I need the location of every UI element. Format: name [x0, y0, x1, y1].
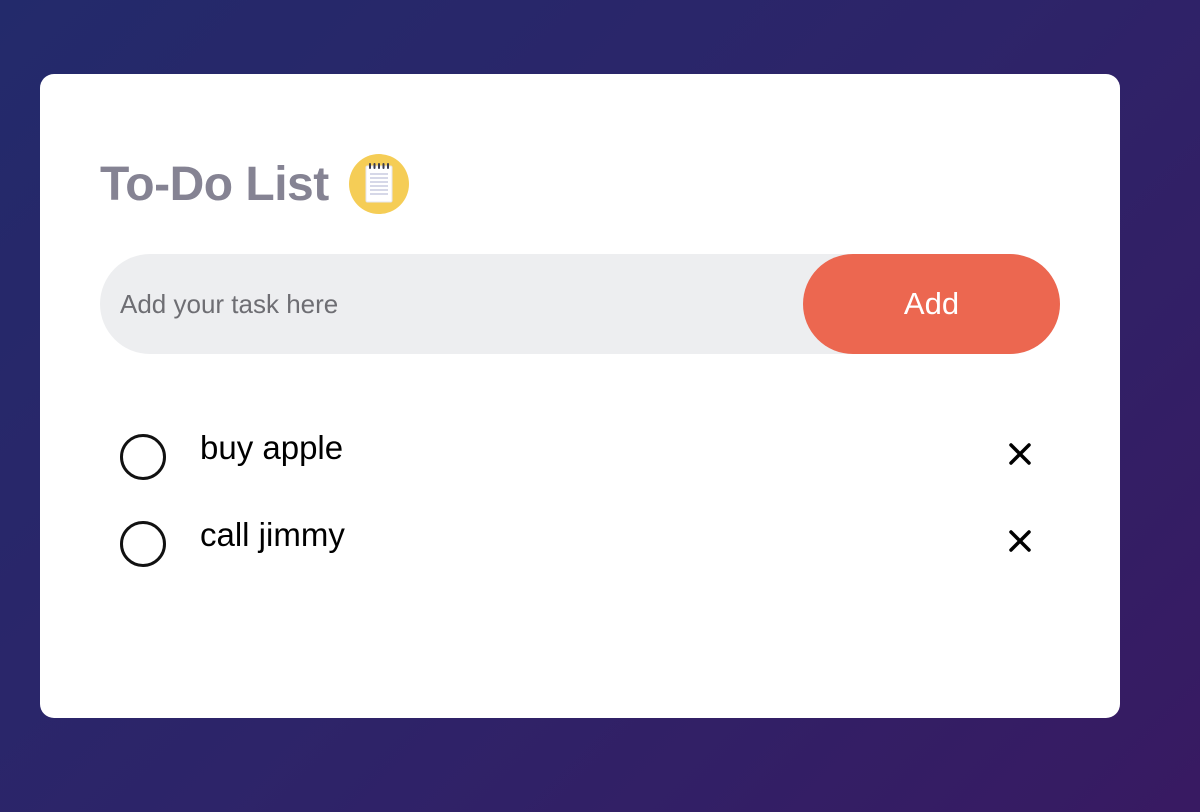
task-checkbox-unchecked-icon[interactable]: [120, 521, 166, 567]
task-text: call jimmy: [200, 516, 345, 553]
page-title: To-Do List: [100, 157, 329, 211]
task-input-row: Add: [100, 254, 1060, 354]
task-text: buy apple: [200, 429, 344, 466]
notebook-icon: [348, 154, 409, 214]
close-icon[interactable]: [1000, 521, 1040, 561]
task-item[interactable]: call jimmy: [120, 511, 1040, 598]
close-icon[interactable]: [1000, 434, 1040, 474]
todo-card: To-Do List Add your task here Add buy ap…: [40, 74, 1120, 718]
title-row: To-Do List: [100, 154, 409, 214]
task-list: buy apple call jimmy: [120, 424, 1040, 598]
task-item[interactable]: buy apple: [120, 424, 1040, 511]
task-checkbox-unchecked-icon[interactable]: [120, 434, 166, 480]
task-input[interactable]: [120, 254, 780, 354]
add-task-button[interactable]: Add: [803, 254, 1060, 354]
